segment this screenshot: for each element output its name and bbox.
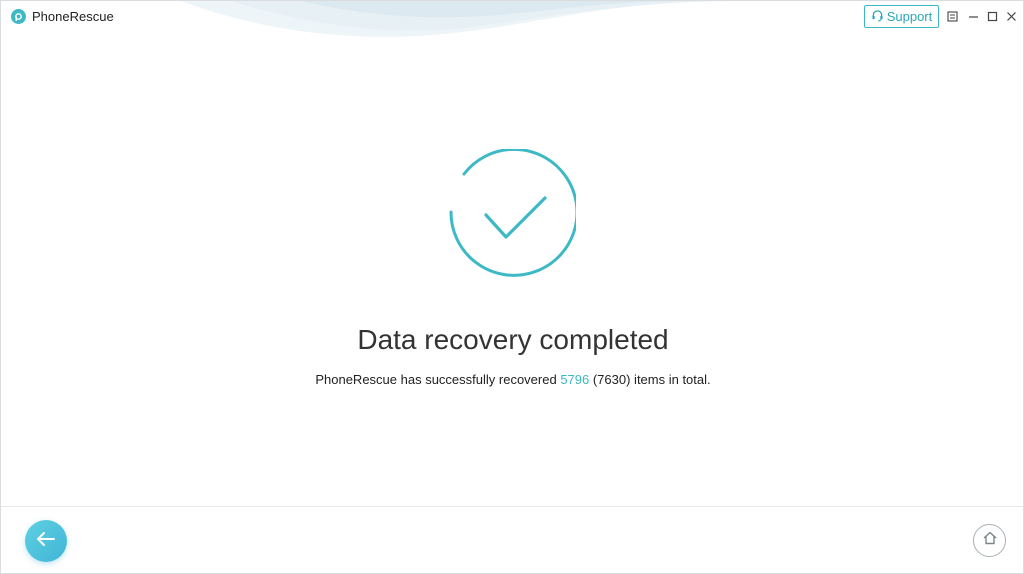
summary-suffix: items in total. <box>630 372 711 387</box>
summary-prefix: PhoneRescue has successfully recovered <box>315 372 561 387</box>
home-button[interactable] <box>973 524 1006 557</box>
app-title: PhoneRescue <box>32 9 114 24</box>
back-button[interactable] <box>25 520 67 562</box>
checkmark-circle-icon <box>446 147 579 277</box>
arrow-left-icon <box>36 531 56 552</box>
recovered-count: 5796 <box>560 372 590 387</box>
support-label: Support <box>886 9 933 24</box>
phonerescue-logo-icon <box>11 9 26 24</box>
menu-icon[interactable] <box>945 9 959 23</box>
close-icon[interactable] <box>1004 9 1018 23</box>
title-bar: PhoneRescue Support <box>1 1 1023 33</box>
total-count: (7630) <box>589 372 631 387</box>
minimize-icon[interactable] <box>966 9 980 23</box>
support-button[interactable]: Support <box>864 5 939 28</box>
home-icon <box>982 530 998 551</box>
footer-divider <box>1 506 1023 507</box>
maximize-icon[interactable] <box>985 9 999 23</box>
headset-icon <box>871 9 884 25</box>
result-summary: PhoneRescue has successfully recovered 5… <box>1 372 1023 387</box>
app-window: PhoneRescue Support Data recovery comple… <box>0 0 1024 574</box>
result-headline: Data recovery completed <box>357 324 669 355</box>
